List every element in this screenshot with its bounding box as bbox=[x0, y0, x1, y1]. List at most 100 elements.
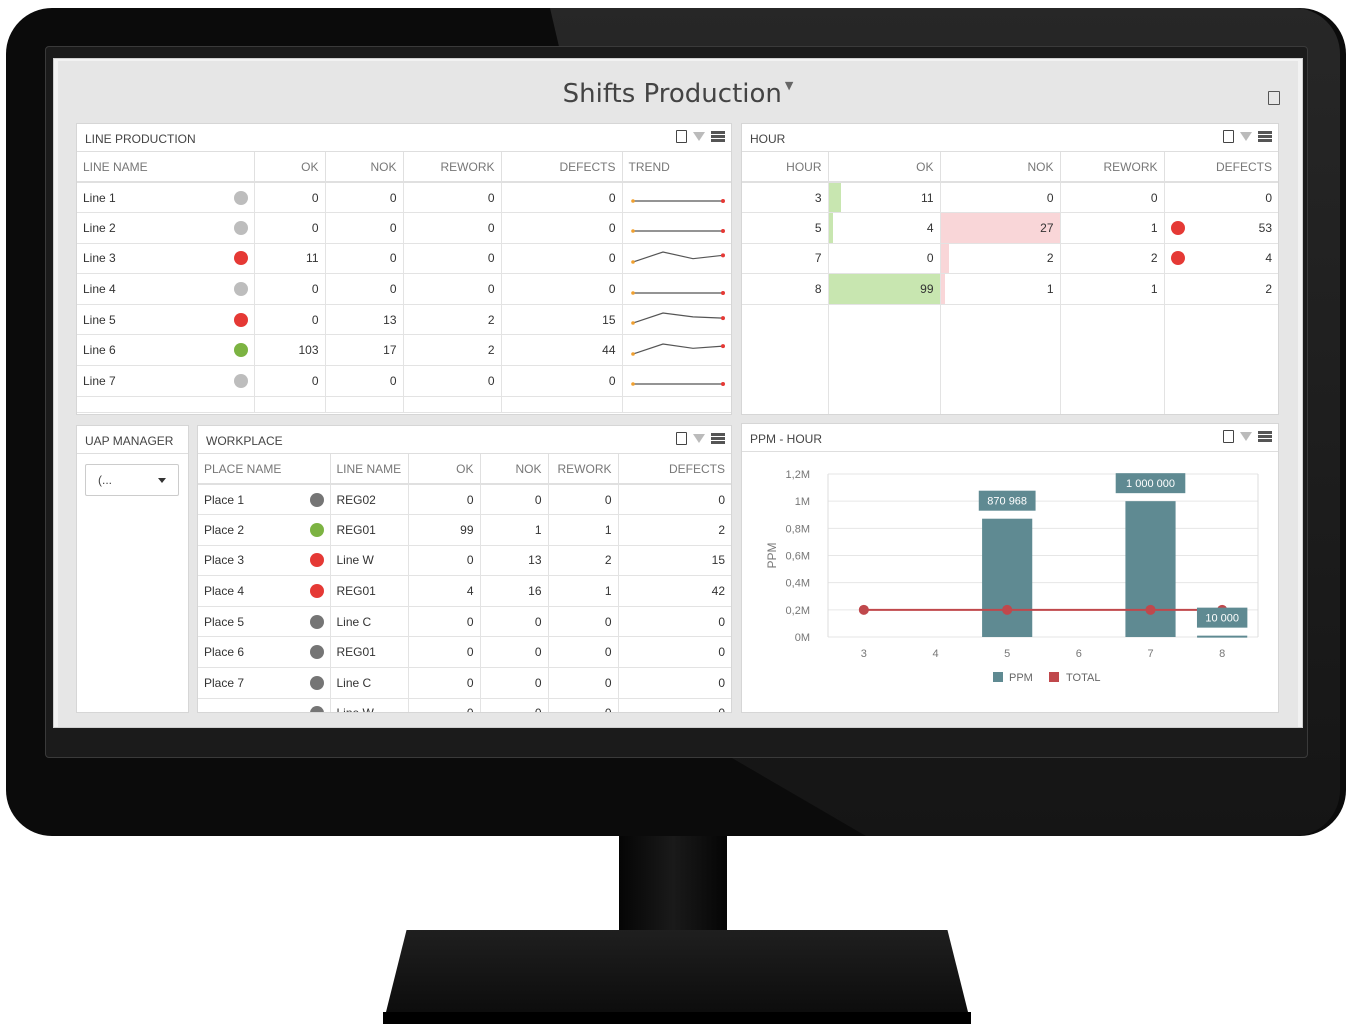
trend-start-point bbox=[630, 260, 635, 264]
table-row[interactable]: 3 11 0 0 0 bbox=[742, 182, 1278, 214]
table-row[interactable]: Line 70000 bbox=[77, 365, 731, 397]
rework-cell: 0 bbox=[548, 606, 619, 638]
line-production-col-defects[interactable]: DEFECTS bbox=[501, 152, 623, 183]
workplace-col-defects[interactable]: DEFECTS bbox=[618, 454, 731, 485]
table-row[interactable]: Place 1 REG02 0 0 0 0 bbox=[198, 484, 731, 516]
line-production-col-rework[interactable]: REWORK bbox=[403, 152, 502, 183]
hour-col-hour[interactable]: HOUR bbox=[742, 152, 829, 183]
ok-cell: 0 bbox=[408, 484, 481, 516]
ok-cell: 99 bbox=[828, 273, 941, 305]
total-point[interactable] bbox=[1002, 604, 1013, 615]
workplace-col-ok[interactable]: OK bbox=[408, 454, 481, 485]
line-name-cell: Line W bbox=[330, 545, 409, 577]
workplace-col-place-name[interactable]: PLACE NAME bbox=[198, 454, 331, 485]
workplace-header: WORKPLACE bbox=[198, 426, 731, 454]
line-production-panel: LINE PRODUCTION LINE NAME OK NOK REWORK DEFE… bbox=[76, 123, 732, 415]
table-row[interactable]: Place 6 REG01 0 0 0 0 bbox=[198, 636, 731, 669]
clear-filter-icon[interactable] bbox=[1240, 132, 1252, 141]
line-name-cell: Line 5 bbox=[77, 304, 255, 336]
uap-manager-select[interactable]: (... bbox=[85, 464, 179, 496]
status-indicator-icon bbox=[309, 675, 324, 690]
nok-value: 1 bbox=[1046, 282, 1054, 297]
uap-manager-panel: UAP MANAGER (... bbox=[76, 425, 189, 713]
table-row[interactable]: Place 5 Line C0000 bbox=[198, 606, 731, 638]
export-icon[interactable] bbox=[676, 130, 687, 143]
rework-cell: 1 bbox=[1060, 212, 1165, 244]
export-icon[interactable] bbox=[676, 432, 687, 445]
rework-cell: 0 bbox=[403, 182, 502, 214]
trend-line bbox=[632, 312, 723, 324]
view-options-icon[interactable] bbox=[711, 433, 725, 444]
nok-cell: 0 bbox=[480, 636, 549, 669]
line-production-col-ok[interactable]: OK bbox=[254, 152, 326, 183]
table-row[interactable]: Line 10000 bbox=[77, 182, 731, 214]
table-row[interactable]: 7 0 22 4 bbox=[742, 243, 1278, 275]
hour-col-ok[interactable]: OK bbox=[828, 152, 941, 183]
hour-col-rework[interactable]: REWORK bbox=[1060, 152, 1165, 183]
total-point[interactable] bbox=[858, 604, 869, 615]
line-name-cell: Line C bbox=[330, 606, 409, 638]
line-production-header: LINE PRODUCTION bbox=[77, 124, 731, 152]
table-row[interactable]: Line W0000 bbox=[198, 698, 731, 712]
line-name-cell: Line C bbox=[330, 667, 409, 699]
table-row[interactable]: Place 3 Line W 0 13 2 15 bbox=[198, 545, 731, 577]
line-production-table: LINE NAME OK NOK REWORK DEFECTS TREND Line 1 0… bbox=[77, 152, 731, 413]
nok-cell: 0 bbox=[940, 182, 1061, 214]
chevron-down-icon[interactable] bbox=[158, 478, 166, 483]
ok-cell: 0 bbox=[408, 698, 481, 712]
workplace-col-rework[interactable]: REWORK bbox=[548, 454, 619, 485]
line-production-col-trend[interactable]: TREND bbox=[622, 152, 731, 183]
export-icon[interactable] bbox=[1223, 430, 1234, 443]
workplace-col-line-name[interactable]: LINE NAME bbox=[330, 454, 409, 485]
rework-cell: 0 bbox=[548, 698, 619, 712]
dashboard-export-icon[interactable] bbox=[1268, 91, 1280, 105]
line-name-cell: Line W bbox=[330, 698, 409, 712]
hour-col-defects[interactable]: DEFECTS bbox=[1164, 152, 1278, 183]
workplace-col-nok[interactable]: NOK bbox=[480, 454, 549, 485]
line-production-col-line-name[interactable]: LINE NAME bbox=[77, 152, 255, 183]
view-options-icon[interactable] bbox=[1258, 431, 1272, 442]
y-tick-label: 0,8M bbox=[786, 523, 810, 535]
clear-filter-icon[interactable] bbox=[1240, 432, 1252, 441]
trend-cell bbox=[622, 365, 731, 397]
status-indicator-icon bbox=[233, 251, 248, 266]
ppm-bar[interactable] bbox=[1125, 501, 1176, 637]
total-point[interactable] bbox=[1145, 604, 1156, 615]
y-tick-label: 0,6M bbox=[786, 551, 810, 563]
clear-filter-icon[interactable] bbox=[693, 132, 705, 141]
table-row[interactable]: Line 5 0 13 2 15 bbox=[77, 304, 731, 336]
hour-col-nok[interactable]: NOK bbox=[940, 152, 1061, 183]
empty-cell bbox=[403, 396, 502, 413]
place-name-cell: Place 4 bbox=[198, 575, 331, 607]
dashboard-title[interactable]: Shifts Production ▼ bbox=[58, 79, 1298, 109]
legend-ppm-label[interactable]: PPM bbox=[1009, 672, 1033, 684]
trend-sparkline bbox=[630, 343, 725, 356]
table-row[interactable]: Line 3 11 0 0 0 bbox=[77, 243, 731, 275]
table-row[interactable]: Line 20000 bbox=[77, 212, 731, 244]
table-row[interactable]: Place 7 Line C0000 bbox=[198, 667, 731, 699]
line-name: Line 5 bbox=[83, 312, 116, 327]
nok-cell: 0 bbox=[480, 667, 549, 699]
view-options-icon[interactable] bbox=[1258, 131, 1272, 142]
table-row[interactable]: 8 99 1 1 2 bbox=[742, 273, 1278, 305]
title-dropdown-icon[interactable]: ▼ bbox=[785, 79, 793, 92]
table-row[interactable]: Place 4 REG01 4 16 1 42 bbox=[198, 575, 731, 607]
export-icon[interactable] bbox=[1223, 130, 1234, 143]
table-row[interactable]: Line 6 103 17 2 44 bbox=[77, 334, 731, 367]
table-row[interactable]: Place 2 REG01 99 1 1 2 bbox=[198, 514, 731, 546]
ppm-bar[interactable] bbox=[1197, 635, 1248, 638]
workplace-title: WORKPLACE bbox=[206, 434, 283, 448]
ok-cell: 0 bbox=[254, 212, 326, 244]
rework-cell: 1 bbox=[548, 514, 619, 546]
line-production-col-nok[interactable]: NOK bbox=[325, 152, 404, 183]
x-tick-label: 7 bbox=[1147, 648, 1153, 660]
place-name-cell: Place 7 bbox=[198, 667, 331, 699]
table-row[interactable]: 5 4 27 1 53 bbox=[742, 212, 1278, 244]
ok-level-bar bbox=[828, 183, 841, 213]
status-indicator-icon bbox=[309, 492, 324, 507]
table-row[interactable]: Line 40000 bbox=[77, 273, 731, 305]
clear-filter-icon[interactable] bbox=[693, 434, 705, 443]
legend-total-label[interactable]: TOTAL bbox=[1066, 672, 1100, 684]
ppm-bar[interactable] bbox=[982, 518, 1033, 637]
view-options-icon[interactable] bbox=[711, 131, 725, 142]
